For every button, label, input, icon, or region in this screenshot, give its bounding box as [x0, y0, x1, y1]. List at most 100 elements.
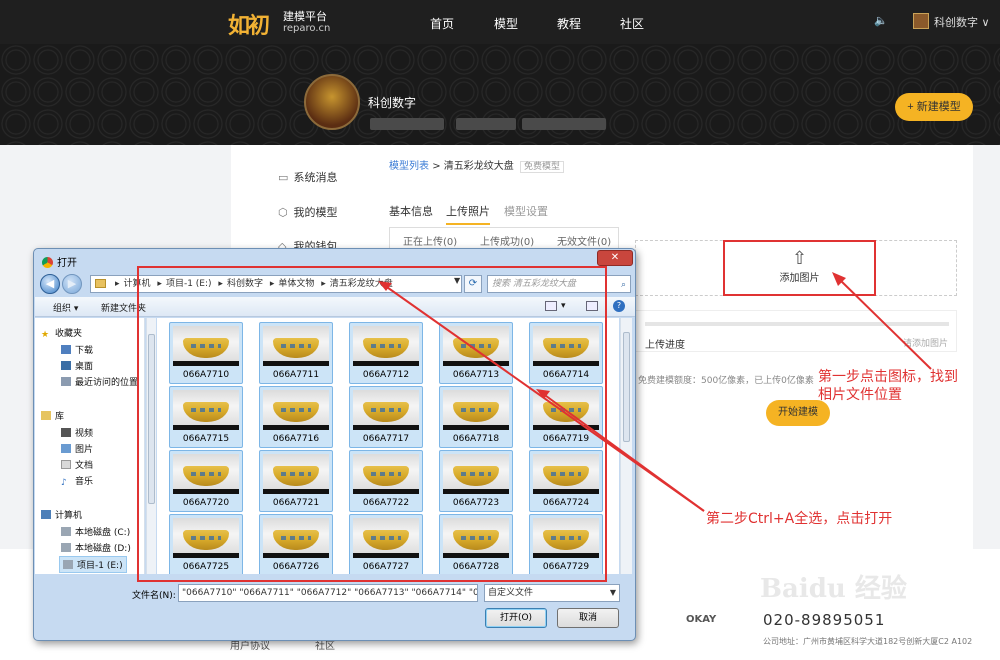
tab-invalid-files[interactable]: 无效文件(0) — [557, 233, 611, 248]
nav-pictures[interactable]: 图片 — [61, 442, 93, 455]
sidebar-item-models[interactable]: ⬡ 我的模型 — [278, 204, 338, 220]
nav-desktop[interactable]: 桌面 — [61, 359, 93, 372]
bowl-image — [363, 530, 409, 550]
view-icon[interactable] — [545, 301, 557, 311]
nav-models[interactable]: 模型 — [494, 15, 518, 32]
nav-documents[interactable]: 文档 — [61, 458, 93, 471]
nav-drive-e[interactable]: 项目-1 (E:) — [59, 556, 127, 573]
chevron-down-icon[interactable]: ▼ — [454, 276, 460, 285]
bowl-thumbnail — [353, 454, 419, 494]
file-tile[interactable]: 066A7713 — [439, 322, 513, 384]
bowl-image — [273, 530, 319, 550]
open-button[interactable]: 打开(O) — [485, 608, 547, 628]
file-tile[interactable]: 066A7712 — [349, 322, 423, 384]
filename-label: 文件名(N): — [132, 591, 176, 601]
file-tile[interactable]: 066A7721 — [259, 450, 333, 512]
nav-drive-d[interactable]: 本地磁盘 (D:) — [61, 541, 131, 554]
address-bar[interactable]: ▸ 计算机 ▸ 项目-1 (E:) ▸ 科创数字 ▸ 单体文物 ▸ 清五彩龙纹大盘 — [90, 275, 462, 293]
file-name: 066A7714 — [542, 370, 590, 380]
path-segment[interactable]: 计算机 — [124, 279, 151, 289]
nav-community[interactable]: 社区 — [620, 15, 644, 32]
breadcrumb-current: 清五彩龙纹大盘 — [443, 161, 514, 172]
nav-downloads[interactable]: 下载 — [61, 343, 93, 356]
help-icon[interactable]: ? — [613, 300, 625, 312]
file-tile[interactable]: 066A7723 — [439, 450, 513, 512]
refresh-icon[interactable]: ⟳ — [464, 275, 482, 293]
tab-model-settings[interactable]: 模型设置 — [504, 203, 548, 219]
file-tile[interactable]: 066A7725 — [169, 514, 243, 574]
nav-library[interactable]: 库 — [41, 409, 64, 422]
back-button[interactable]: ◀ — [40, 274, 60, 294]
thumbnail-base — [353, 553, 419, 558]
file-tile[interactable]: 066A7716 — [259, 386, 333, 448]
file-tile[interactable]: 066A7722 — [349, 450, 423, 512]
bowl-image — [183, 530, 229, 550]
file-tile[interactable]: 066A7718 — [439, 386, 513, 448]
new-model-button[interactable]: + 新建模型 — [895, 93, 973, 121]
path-segment[interactable]: 清五彩龙纹大盘 — [330, 279, 393, 289]
filename-input[interactable]: "066A7710" "066A7711" "066A7712" "066A77… — [178, 584, 478, 602]
file-tile[interactable]: 066A7720 — [169, 450, 243, 512]
file-tile[interactable]: 066A7719 — [529, 386, 603, 448]
nav-recent[interactable]: 最近访问的位置 — [61, 375, 138, 388]
thumbnail-base — [533, 489, 599, 494]
file-type-value: 自定义文件 — [488, 588, 534, 598]
file-tile[interactable]: 066A7729 — [529, 514, 603, 574]
path-segment[interactable]: 项目-1 (E:) — [166, 279, 212, 289]
bowl-image — [273, 466, 319, 486]
nav-drive-c[interactable]: 本地磁盘 (C:) — [61, 525, 130, 538]
nav-scrollbar[interactable] — [146, 318, 156, 574]
baidu-watermark: Baidu 经验 — [760, 574, 907, 604]
file-list: 066A7710 066A7711 066A7712 066A7713 066A7714… — [157, 318, 619, 574]
chrome-icon — [42, 257, 53, 268]
file-tile[interactable]: 066A7726 — [259, 514, 333, 574]
speaker-icon[interactable]: 🔈 — [874, 14, 888, 27]
nav-tutorials[interactable]: 教程 — [557, 15, 581, 32]
close-button[interactable]: ✕ — [597, 250, 633, 266]
path-segment[interactable]: 科创数字 — [227, 279, 263, 289]
file-tile[interactable]: 066A7711 — [259, 322, 333, 384]
file-tile[interactable]: 066A7710 — [169, 322, 243, 384]
new-folder-button[interactable]: 新建文件夹 — [101, 301, 146, 314]
bowl-thumbnail — [353, 518, 419, 558]
sidebar-item-messages[interactable]: ▭ 系统消息 — [278, 169, 338, 185]
nav-computer[interactable]: 计算机 — [41, 508, 82, 521]
nav-music[interactable]: ♪ 音乐 — [61, 474, 93, 488]
add-image-button[interactable]: ⇧ 添加图片 — [723, 240, 876, 296]
path-segment[interactable]: 单体文物 — [278, 279, 314, 289]
view-dropdown-icon[interactable]: ▾ — [561, 301, 566, 311]
bowl-image — [363, 338, 409, 358]
bowl-thumbnail — [263, 390, 329, 430]
scrollbar-thumb[interactable] — [623, 332, 630, 442]
nav-label: 本地磁盘 (C:) — [75, 528, 131, 538]
file-tile[interactable]: 066A7724 — [529, 450, 603, 512]
user-menu[interactable]: 科创数字 ∨ — [934, 14, 990, 30]
file-type-select[interactable]: 自定义文件 ▼ — [484, 584, 620, 602]
upload-progress-bar — [645, 322, 949, 326]
thumbnail-base — [353, 489, 419, 494]
nav-videos[interactable]: 视频 — [61, 426, 93, 439]
tab-upload-success[interactable]: 上传成功(0) — [480, 233, 534, 248]
file-tile[interactable]: 066A7727 — [349, 514, 423, 574]
breadcrumb-model-list[interactable]: 模型列表 — [389, 161, 429, 172]
site-logo[interactable]: 如初 — [228, 8, 270, 40]
file-tile[interactable]: 066A7717 — [349, 386, 423, 448]
file-tile[interactable]: 066A7728 — [439, 514, 513, 574]
bowl-image — [273, 402, 319, 422]
search-input[interactable]: 搜索 清五彩龙纹大盘 ⌕ — [487, 275, 631, 293]
user-avatar-small[interactable] — [913, 13, 929, 29]
file-scrollbar[interactable] — [620, 318, 632, 574]
file-tile[interactable]: 066A7714 — [529, 322, 603, 384]
forward-button[interactable]: ▶ — [62, 274, 82, 294]
cancel-button[interactable]: 取消 — [557, 608, 619, 628]
tab-upload-photos[interactable]: 上传照片 — [446, 203, 490, 225]
organize-button[interactable]: 组织 ▾ — [53, 301, 78, 314]
sidebar-item-label: 我的模型 — [293, 206, 338, 219]
nav-home[interactable]: 首页 — [430, 15, 454, 32]
tab-uploading[interactable]: 正在上传(0) — [403, 233, 457, 248]
file-tile[interactable]: 066A7715 — [169, 386, 243, 448]
nav-favorites[interactable]: ★ 收藏夹 — [41, 326, 82, 340]
tab-basic-info[interactable]: 基本信息 — [389, 203, 433, 219]
preview-pane-icon[interactable] — [586, 301, 598, 311]
scrollbar-thumb[interactable] — [148, 334, 155, 504]
